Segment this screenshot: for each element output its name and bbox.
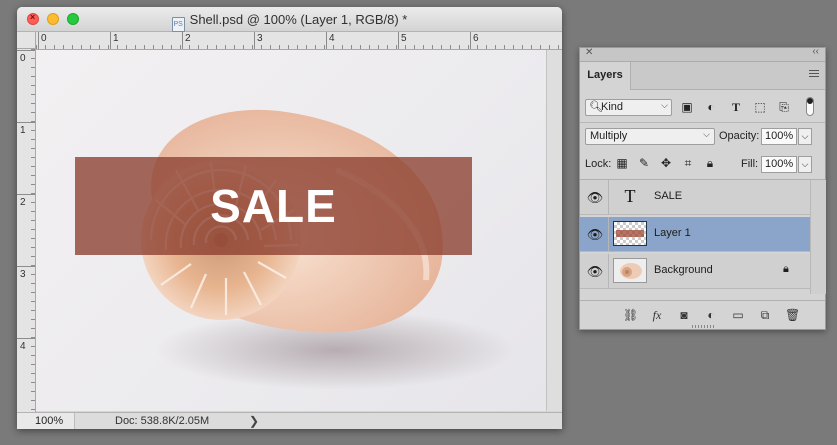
document-title-bar-text: PS Shell.psd @ 100% (Layer 1, RGB/8) * (17, 12, 562, 32)
ruler-origin[interactable] (17, 32, 36, 49)
document-titlebar[interactable]: × PS Shell.psd @ 100% (Layer 1, RGB/8) * (17, 7, 562, 32)
layer-name[interactable]: Layer 1 (654, 227, 691, 239)
mask-icon[interactable]: ◙ (677, 307, 691, 323)
document-canvas[interactable]: SALE (36, 50, 546, 411)
adjustment-icon[interactable]: ◐ (704, 307, 718, 323)
smart-object-filter-icon[interactable]: ⎘ (777, 99, 791, 115)
ruler-major-tick (326, 32, 327, 49)
sale-text: SALE (210, 180, 337, 232)
ruler-label: 5 (401, 33, 407, 44)
link-icon[interactable]: ⛓︎ (623, 307, 638, 323)
divider (580, 122, 825, 123)
filter-kind-label: Kind (601, 101, 624, 113)
vertical-ruler[interactable]: 0 1 2 3 4 (17, 49, 36, 412)
panel-footer: ⛓︎ fx ◙ ◐ ▭ ⧉ 🗑︎ (580, 300, 825, 330)
visibility-eye-icon[interactable]: 👁︎ (585, 190, 605, 205)
tab-layers[interactable]: Layers (580, 62, 631, 90)
fill-dropdown-button[interactable]: ⌵ (798, 156, 812, 173)
layer-row-layer-1[interactable]: 👁︎ Layer 1 (580, 217, 810, 252)
document-window: × PS Shell.psd @ 100% (Layer 1, RGB/8) * … (17, 7, 562, 429)
ruler-label: 4 (329, 33, 335, 44)
ruler-major-tick (38, 32, 39, 49)
chevron-down-icon: ⌵ (661, 100, 668, 110)
type-layer-thumbnail: T (624, 186, 636, 206)
lock-artboard-icon[interactable]: ⌗ (681, 156, 695, 171)
layer-name[interactable]: SALE (654, 190, 682, 202)
chevron-down-icon: ⌵ (703, 129, 710, 139)
zoom-level-field[interactable]: 100% (17, 413, 75, 429)
layer-row-background[interactable]: 👁︎ Background 🔒︎ (580, 254, 810, 289)
panel-close-icon[interactable]: ✕ (585, 47, 593, 58)
visibility-eye-icon[interactable]: 👁︎ (585, 227, 605, 242)
ruler-major-tick (17, 122, 35, 123)
visibility-eye-icon[interactable]: 👁︎ (585, 264, 605, 279)
ruler-label: 3 (20, 269, 26, 280)
opacity-dropdown-button[interactable]: ⌵ (798, 128, 812, 145)
status-menu-arrow[interactable]: ❯ (249, 414, 259, 428)
ruler-label: 0 (41, 33, 47, 44)
background-thumbnail (613, 258, 647, 283)
panel-header[interactable]: ✕ ‹‹ (580, 46, 825, 62)
lock-icon: 🔒︎ (783, 263, 789, 275)
resize-grip[interactable] (692, 325, 714, 328)
type-filter-icon[interactable]: T (729, 99, 743, 115)
adjustment-filter-icon[interactable]: ◐ (704, 99, 718, 115)
layers-panel: ✕ ‹‹ Layers 🔍︎ Kind ⌵ ▣ ◐ T ⬚ ⎘ Multiply… (579, 46, 826, 330)
status-bar: 100% Doc: 538.8K/2.05M ❯ (17, 412, 562, 429)
ruler-label: 6 (473, 33, 479, 44)
lock-transparency-icon[interactable]: ▦ (615, 156, 629, 171)
vertical-scrollbar[interactable] (546, 50, 562, 411)
ruler-major-tick (17, 266, 35, 267)
filter-toggle[interactable] (806, 97, 814, 116)
ruler-label: 1 (20, 125, 26, 136)
panel-tab-row: Layers (580, 62, 825, 90)
layers-scrollbar[interactable] (810, 180, 826, 294)
pixel-filter-icon[interactable]: ▣ (680, 99, 694, 115)
lock-label: Lock: (585, 158, 612, 170)
ruler-major-tick (17, 50, 35, 51)
ruler-label: 4 (20, 341, 26, 352)
layer-thumbnail (613, 221, 647, 246)
lock-all-icon[interactable]: 🔒︎ (703, 156, 717, 171)
panel-collapse-icon[interactable]: ‹‹ (812, 46, 819, 57)
shell-thumbnail-image (620, 263, 642, 279)
fill-label: Fill: (741, 158, 759, 170)
lock-position-icon[interactable]: ✥ (659, 156, 673, 171)
ruler-label: 2 (20, 197, 26, 208)
ruler-major-tick (110, 32, 111, 49)
ruler-major-tick (254, 32, 255, 49)
ruler-major-tick (17, 194, 35, 195)
ruler-major-tick (17, 338, 35, 339)
fill-input[interactable]: 100% (761, 156, 797, 173)
opacity-label: Opacity: (719, 130, 760, 142)
psd-file-icon: PS (171, 17, 185, 32)
shape-filter-icon[interactable]: ⬚ (753, 99, 767, 115)
opacity-input[interactable]: 100% (761, 128, 797, 145)
blend-mode-value: Multiply (590, 130, 628, 142)
folder-icon[interactable]: ▭ (731, 307, 745, 323)
ruler-label: 3 (257, 33, 263, 44)
layer-row-sale[interactable]: 👁︎ T SALE (580, 180, 810, 215)
ruler-label: 0 (20, 53, 26, 64)
new-layer-icon[interactable]: ⧉ (758, 307, 772, 323)
layer-name[interactable]: Background (654, 264, 713, 276)
ruler-major-tick (398, 32, 399, 49)
ruler-major-tick (182, 32, 183, 49)
ruler-label: 2 (185, 33, 191, 44)
horizontal-ruler[interactable]: 0 1 2 3 4 5 6 (36, 32, 562, 50)
document-title: Shell.psd @ 100% (Layer 1, RGB/8) * (189, 12, 408, 27)
fx-icon[interactable]: fx (650, 307, 664, 323)
document-info: Doc: 538.8K/2.05M (115, 415, 210, 427)
blend-mode-select[interactable]: Multiply ⌵ (585, 128, 715, 145)
ruler-label: 1 (113, 33, 119, 44)
trash-icon[interactable]: 🗑︎ (785, 307, 800, 323)
filter-kind-select[interactable]: 🔍︎ Kind ⌵ (585, 99, 672, 116)
lock-image-pixels-icon[interactable]: ✎ (637, 156, 651, 171)
panel-menu-icon[interactable] (809, 70, 819, 79)
ruler-major-tick (470, 32, 471, 49)
